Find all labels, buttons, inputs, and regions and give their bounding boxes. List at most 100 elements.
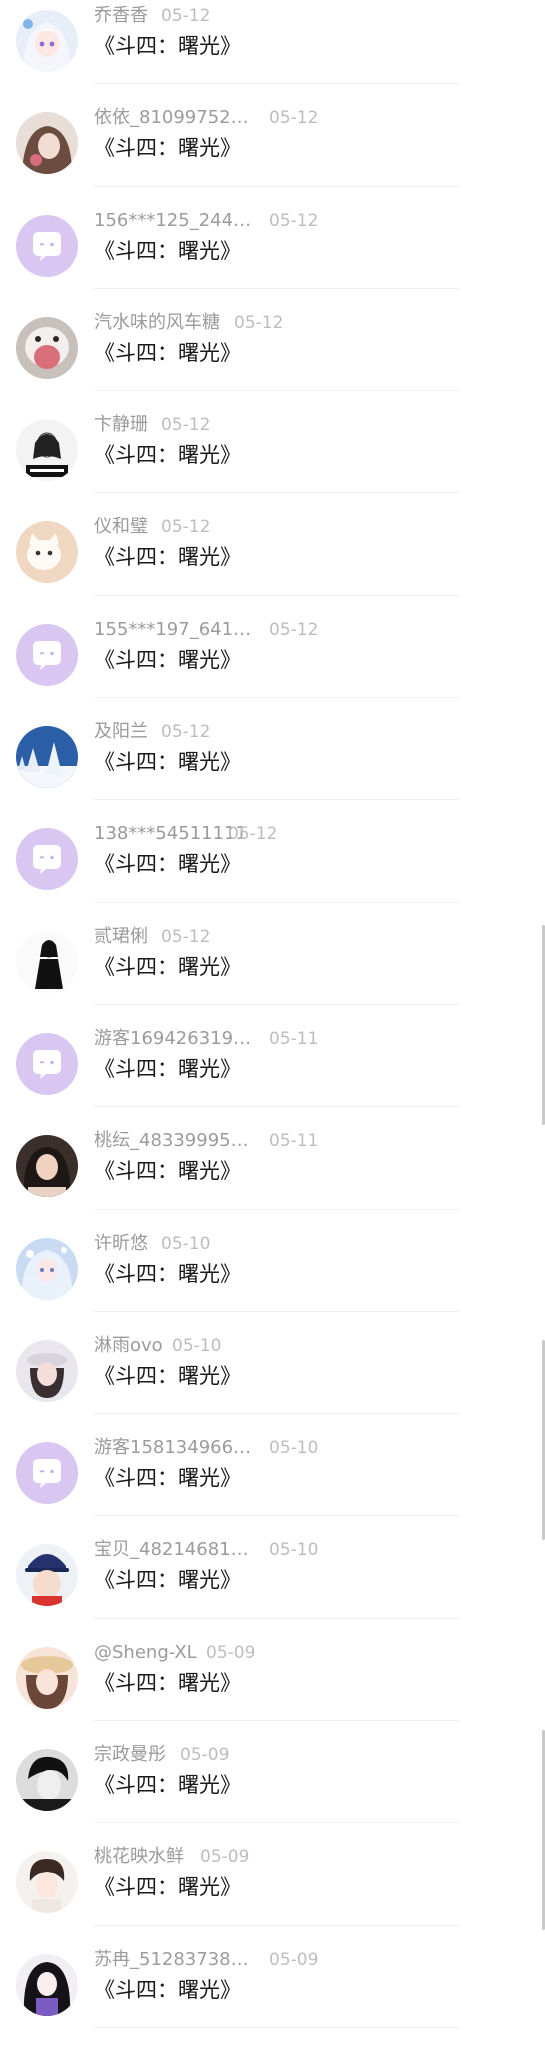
comment-text: 《斗四：曙光》 (94, 1977, 241, 2002)
comment-date: 05-12 (161, 722, 211, 743)
comment-meta: 游客1581349660… 05-10 (94, 1436, 454, 1460)
comment-meta: 宝贝_4821468135… 05-10 (94, 1538, 454, 1562)
comment-text: 《斗四：曙光》 (94, 545, 241, 570)
comment-row[interactable]: 依依_8109975217… 05-12 《斗四：曙光》 (0, 84, 545, 187)
username[interactable]: 宗政曼彤 (94, 1743, 166, 1767)
comment-row[interactable]: 乔香香 05-12 《斗四：曙光》 (0, 0, 545, 85)
comment-row[interactable]: 游客16942631901… 05-11 《斗四：曙光》 (0, 1005, 545, 1108)
comment-date: 05-11 (269, 1028, 319, 1049)
comment-row[interactable]: 游客1581349660… 05-10 《斗四：曙光》 (0, 1414, 545, 1517)
comment-text: 《斗四：曙光》 (94, 1261, 241, 1286)
comment-date: 05-12 (269, 210, 319, 231)
comment-date: 05-10 (172, 1335, 222, 1356)
comment-row[interactable]: 宗政曼彤 05-09 《斗四：曙光》 (0, 1721, 545, 1824)
comment-row[interactable]: 许昕悠 05-10 《斗四：曙光》 (0, 1210, 545, 1312)
username[interactable]: 仪和璧 (94, 515, 148, 539)
girl-photo-avatar[interactable] (16, 112, 78, 175)
username[interactable]: 155***197_64130… (94, 618, 259, 642)
default-chat-avatar[interactable] (16, 828, 78, 891)
comment-meta: 卞静珊 05-12 (94, 413, 454, 437)
comment-date: 05-12 (269, 108, 319, 129)
comment-row[interactable]: 138***54511111 05-12 《斗四：曙光》 (0, 800, 545, 903)
comment-date: 05-12 (228, 824, 278, 845)
comment-date: 05-10 (161, 1233, 211, 1254)
comment-date: 05-09 (206, 1642, 256, 1663)
username[interactable]: 138***54511111 (94, 822, 247, 846)
girl-hat-avatar[interactable] (16, 1339, 78, 1402)
comment-row[interactable]: 汽水味的风车糖 05-12 《斗四：曙光》 (0, 289, 545, 392)
comment-row[interactable]: 156***125_24406… 05-12 《斗四：曙光》 (0, 187, 545, 289)
sketch-figure-avatar[interactable] (16, 930, 78, 993)
comment-text: 《斗四：曙光》 (94, 340, 241, 365)
username[interactable]: 贰珺俐 (94, 925, 148, 949)
comment-text: 《斗四：曙光》 (94, 954, 241, 979)
default-chat-avatar[interactable] (16, 623, 78, 686)
comment-meta: 汽水味的风车糖 05-12 (94, 311, 454, 335)
comment-date: 05-11 (269, 1131, 319, 1152)
comment-row[interactable]: 宝贝_4821468135… 05-10 《斗四：曙光》 (0, 1516, 545, 1619)
username[interactable]: @Sheng-XL (94, 1641, 197, 1665)
comment-row[interactable]: 苏冉_5128373823… 05-09 《斗四：曙光》 (0, 1926, 545, 2028)
girl-portrait-avatar[interactable] (16, 1135, 78, 1198)
monochrome-boy-avatar[interactable] (16, 1749, 78, 1812)
comment-text: 《斗四：曙光》 (94, 1773, 241, 1798)
comment-meta: 苏冉_5128373823… 05-09 (94, 1948, 454, 1972)
username[interactable]: 桃花映水鲜 (94, 1845, 184, 1869)
anime-fairy-avatar[interactable] (16, 1237, 78, 1300)
snow-forest-avatar[interactable] (16, 726, 78, 789)
username[interactable]: 游客1581349660… (94, 1436, 259, 1460)
username[interactable]: 卞静珊 (94, 413, 148, 437)
comment-text: 《斗四：曙光》 (94, 1875, 241, 1900)
comment-text: 《斗四：曙光》 (94, 443, 241, 468)
comment-text: 《斗四：曙光》 (94, 1159, 241, 1184)
username[interactable]: 许昕悠 (94, 1232, 148, 1256)
pet-photo-avatar[interactable] (16, 316, 78, 379)
comment-text: 《斗四：曙光》 (94, 647, 241, 672)
username[interactable]: 宝贝_4821468135… (94, 1538, 259, 1562)
username[interactable]: 淋雨ovo (94, 1334, 163, 1358)
sketch-girl-avatar[interactable] (16, 419, 78, 482)
comment-row[interactable]: 155***197_64130… 05-12 《斗四：曙光》 (0, 596, 545, 699)
comment-text: 《斗四：曙光》 (94, 1056, 241, 1081)
comment-row[interactable]: @Sheng-XL 05-09 《斗四：曙光》 (0, 1619, 545, 1722)
comment-text: 《斗四：曙光》 (94, 1568, 241, 1593)
comment-row[interactable]: 仪和璧 05-12 《斗四：曙光》 (0, 493, 545, 596)
username[interactable]: 游客16942631901… (94, 1027, 259, 1051)
girl-sunhat-avatar[interactable] (16, 1646, 78, 1709)
kitten-photo-avatar[interactable] (16, 521, 78, 584)
comment-row[interactable]: 桃纭_483399950… 05-11 《斗四：曙光》 (0, 1107, 545, 1210)
username[interactable]: 及阳兰 (94, 720, 148, 744)
anime-dark-hair-avatar[interactable] (16, 1953, 78, 2016)
username[interactable]: 汽水味的风车糖 (94, 311, 220, 335)
username[interactable]: 桃纭_483399950… (94, 1129, 259, 1153)
username[interactable]: 乔香香 (94, 4, 148, 28)
divider (94, 2026, 459, 2028)
default-chat-avatar[interactable] (16, 1442, 78, 1505)
default-chat-avatar[interactable] (16, 1032, 78, 1095)
comment-date: 05-12 (269, 619, 319, 640)
comment-date: 05-10 (269, 1438, 319, 1459)
comment-list: 乔香香 05-12 《斗四：曙光》 依依_8109975217… 05-12 《斗四：曙… (0, 0, 545, 2028)
comment-row[interactable]: 淋雨ovo 05-10 《斗四：曙光》 (0, 1312, 545, 1415)
comment-row[interactable]: 桃花映水鲜 05-09 《斗四：曙光》 (0, 1823, 545, 1926)
comment-meta: 乔香香 05-12 (94, 4, 454, 28)
username[interactable]: 苏冉_5128373823… (94, 1948, 259, 1972)
default-chat-avatar[interactable] (16, 214, 78, 277)
comment-meta: 155***197_64130… 05-12 (94, 618, 454, 642)
comment-text: 《斗四：曙光》 (94, 750, 241, 775)
username[interactable]: 156***125_24406… (94, 209, 259, 233)
comment-meta: 游客16942631901… 05-11 (94, 1027, 454, 1051)
comment-meta: 许昕悠 05-10 (94, 1232, 454, 1256)
comment-row[interactable]: 卞静珊 05-12 《斗四：曙光》 (0, 391, 545, 494)
baby-hat-avatar[interactable] (16, 1544, 78, 1607)
comment-meta: 桃纭_483399950… 05-11 (94, 1129, 454, 1153)
comment-text: 《斗四：曙光》 (94, 238, 241, 263)
anime-boy-avatar[interactable] (16, 1851, 78, 1914)
comment-meta: @Sheng-XL 05-09 (94, 1641, 454, 1665)
username[interactable]: 依依_8109975217… (94, 106, 259, 130)
comment-date: 05-09 (269, 1949, 319, 1970)
comment-row[interactable]: 及阳兰 05-12 《斗四：曙光》 (0, 698, 545, 801)
comment-row[interactable]: 贰珺俐 05-12 《斗四：曙光》 (0, 903, 545, 1005)
anime-girl-avatar[interactable] (16, 10, 78, 72)
comment-meta: 及阳兰 05-12 (94, 720, 454, 744)
